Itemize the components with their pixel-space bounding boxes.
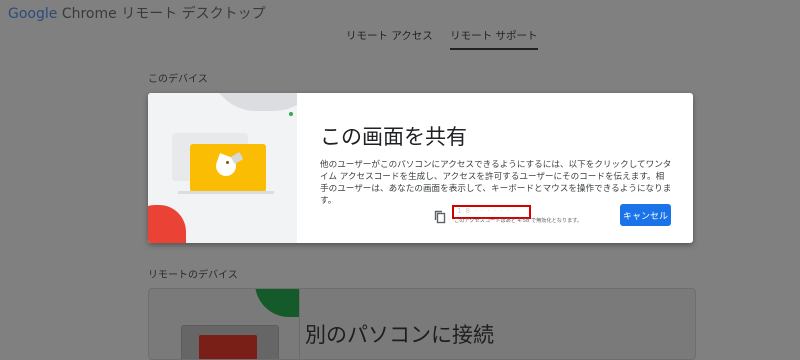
- copy-icon[interactable]: [433, 210, 447, 224]
- illustration-red-blob: [148, 205, 186, 243]
- illustration-gray-blob: [210, 93, 297, 111]
- illustration-laptop-base: [178, 191, 274, 194]
- connect-card-title: 別のパソコンに接続: [305, 323, 494, 347]
- brand-google: Google: [8, 6, 58, 22]
- tab-bar: リモート アクセス リモート サポート: [346, 28, 552, 50]
- brand-title: リモート デスクトップ: [121, 6, 266, 22]
- card-illustration-green: [255, 289, 299, 317]
- section-this-device: このデバイス: [148, 74, 208, 85]
- share-screen-dialog: この画面を共有 他のユーザーがこのパソコンにアクセスできるようにするには、以下を…: [148, 93, 693, 243]
- section-remote-devices: リモートのデバイス: [148, 270, 238, 281]
- illustration-pie-dot: [226, 161, 229, 164]
- illustration-green-dot: [289, 112, 293, 116]
- top-bar: Google Chrome リモート デスクトップ リモート アクセス リモート…: [0, 0, 800, 60]
- dialog-title: この画面を共有: [320, 125, 467, 149]
- cancel-button[interactable]: キャンセル: [620, 204, 671, 226]
- card-illustration-red: [199, 335, 257, 359]
- dialog-content: この画面を共有 他のユーザーがこのパソコンにアクセスできるようにするには、以下を…: [320, 93, 675, 243]
- access-code-expiry-note: このアクセスコードはあと 4:58 で無効化となります。: [454, 218, 583, 224]
- tab-remote-access[interactable]: リモート アクセス: [346, 28, 433, 48]
- connect-card: 別のパソコンに接続: [148, 288, 696, 360]
- app-title: Google Chrome リモート デスクトップ: [8, 3, 266, 23]
- access-code: 1 8 · · · · · · ·: [457, 207, 517, 215]
- brand-chrome: Chrome: [61, 6, 117, 22]
- share-illustration: [148, 93, 297, 243]
- tab-remote-support[interactable]: リモート サポート: [450, 28, 538, 50]
- dialog-description: 他のユーザーがこのパソコンにアクセスできるようにするには、以下をクリックしてワン…: [320, 160, 672, 206]
